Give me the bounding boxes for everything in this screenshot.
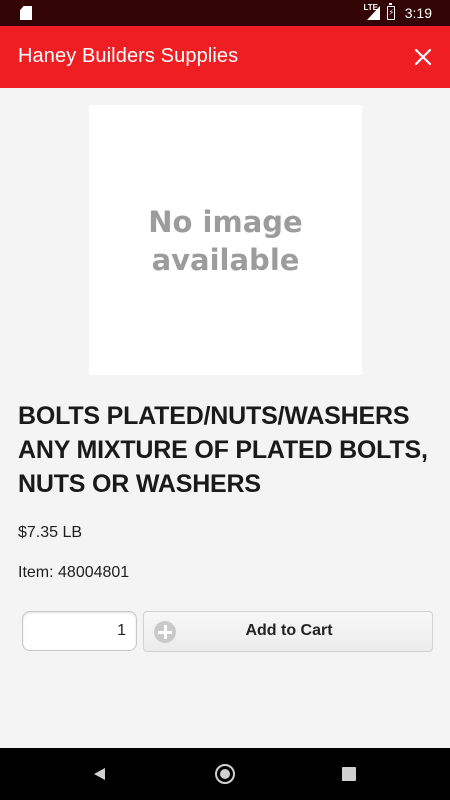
status-time: 3:19 bbox=[404, 5, 432, 21]
app-bar: Haney Builders Supplies bbox=[0, 26, 450, 88]
product-price: $7.35 LB bbox=[18, 524, 83, 541]
back-icon[interactable] bbox=[91, 766, 107, 782]
item-number: 48004801 bbox=[58, 564, 130, 581]
close-icon[interactable] bbox=[408, 42, 438, 72]
home-icon[interactable] bbox=[215, 764, 235, 784]
no-image-placeholder-text: No image available bbox=[148, 205, 303, 277]
recents-icon[interactable] bbox=[342, 767, 356, 781]
battery-charging-icon: ⚡ bbox=[387, 3, 395, 20]
add-to-cart-button[interactable]: Add to Cart bbox=[143, 611, 433, 652]
app-title: Haney Builders Supplies bbox=[18, 45, 239, 67]
add-to-cart-label: Add to Cart bbox=[245, 622, 333, 639]
item-label: Item: bbox=[18, 564, 54, 581]
quantity-input[interactable] bbox=[22, 611, 137, 651]
product-title: BOLTS PLATED/NUTS/WASHERS ANY MIXTURE OF… bbox=[18, 402, 428, 498]
sd-card-icon bbox=[20, 6, 32, 20]
item-number-row: Item: 48004801 bbox=[18, 564, 129, 582]
status-bar: LTE ⚡ 3:19 bbox=[0, 0, 450, 26]
system-nav-bar bbox=[0, 748, 450, 800]
product-image: No image available bbox=[89, 105, 362, 375]
